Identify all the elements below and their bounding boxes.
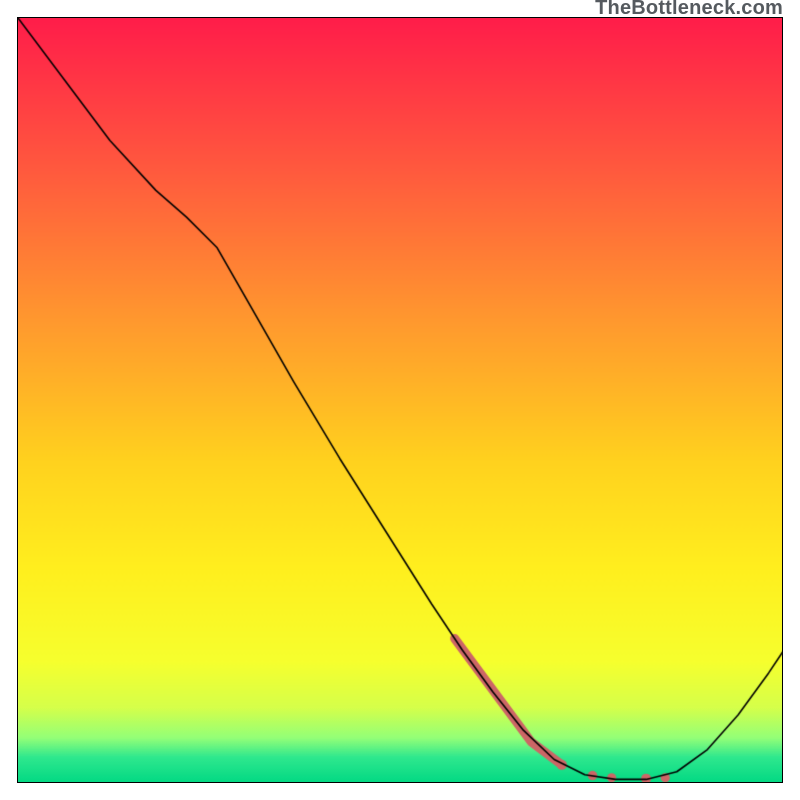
chart-line-layer — [18, 18, 783, 783]
chart-plot-area — [17, 17, 783, 783]
